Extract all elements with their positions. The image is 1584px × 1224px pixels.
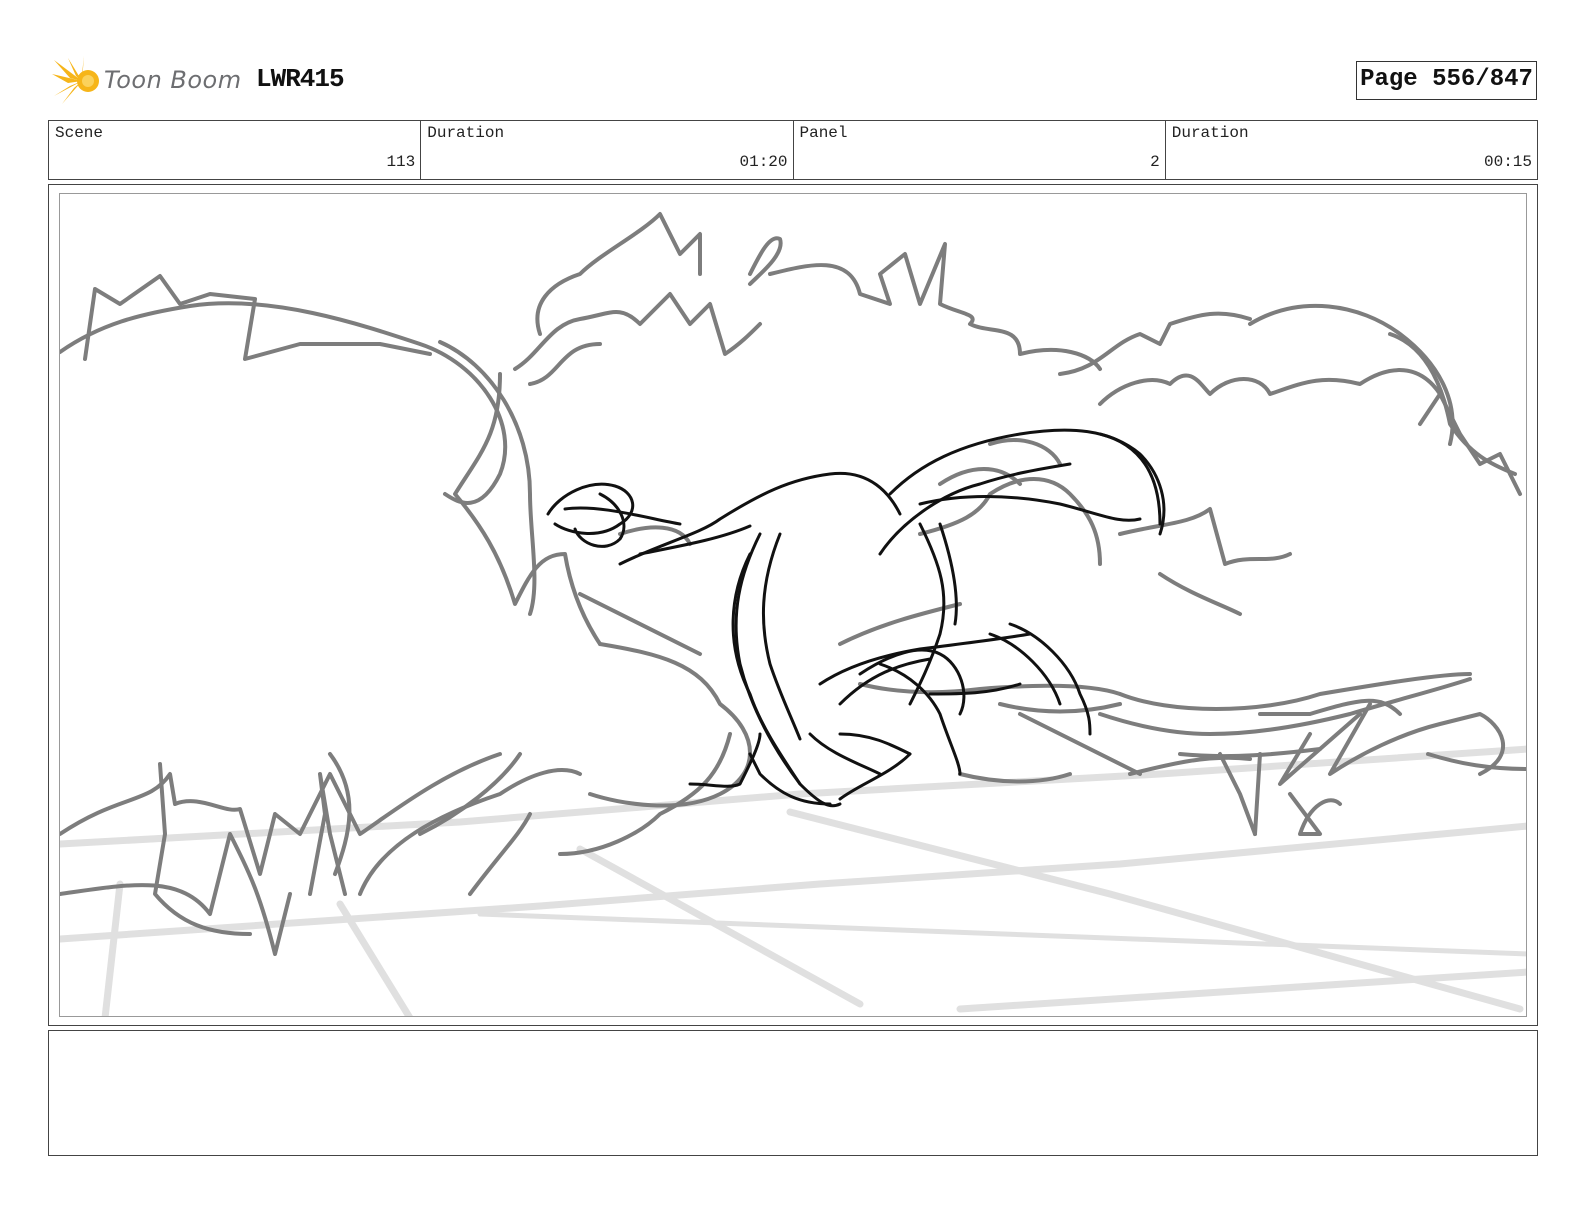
scene-duration-cell: Duration 01:20 — [421, 121, 794, 179]
panel-duration-value: 00:15 — [1483, 153, 1532, 171]
scene-value: 113 — [386, 153, 416, 171]
floor-grid — [60, 745, 1526, 1016]
toon-boom-logo: Toon Boom — [52, 56, 242, 106]
notes-box — [48, 1030, 1538, 1156]
character-sketch — [546, 428, 1166, 808]
panel-label: Panel — [799, 124, 848, 142]
panel-duration-cell: Duration 00:15 — [1166, 121, 1537, 179]
sunburst-icon — [52, 56, 99, 104]
project-code: LWR415 — [256, 64, 345, 94]
scene-duration-value: 01:20 — [739, 153, 788, 171]
logo-text: Toon Boom — [104, 66, 242, 94]
scene-cell: Scene 113 — [49, 121, 422, 179]
storyboard-panel-image — [59, 193, 1527, 1017]
scene-duration-label: Duration — [427, 124, 505, 142]
scene-label: Scene — [55, 124, 104, 142]
foliage — [60, 212, 1526, 956]
storyboard-sketch — [60, 212, 1526, 1016]
panel-cell: Panel 2 — [794, 121, 1166, 179]
storyboard-panel-frame — [48, 184, 1538, 1026]
panel-duration-label: Duration — [1171, 124, 1249, 142]
page-indicator: Page 556/847 — [1356, 61, 1537, 100]
scene-info-row: Scene 113 Duration 01:20 Panel 2 Duratio… — [48, 120, 1538, 180]
panel-value: 2 — [1150, 153, 1160, 171]
